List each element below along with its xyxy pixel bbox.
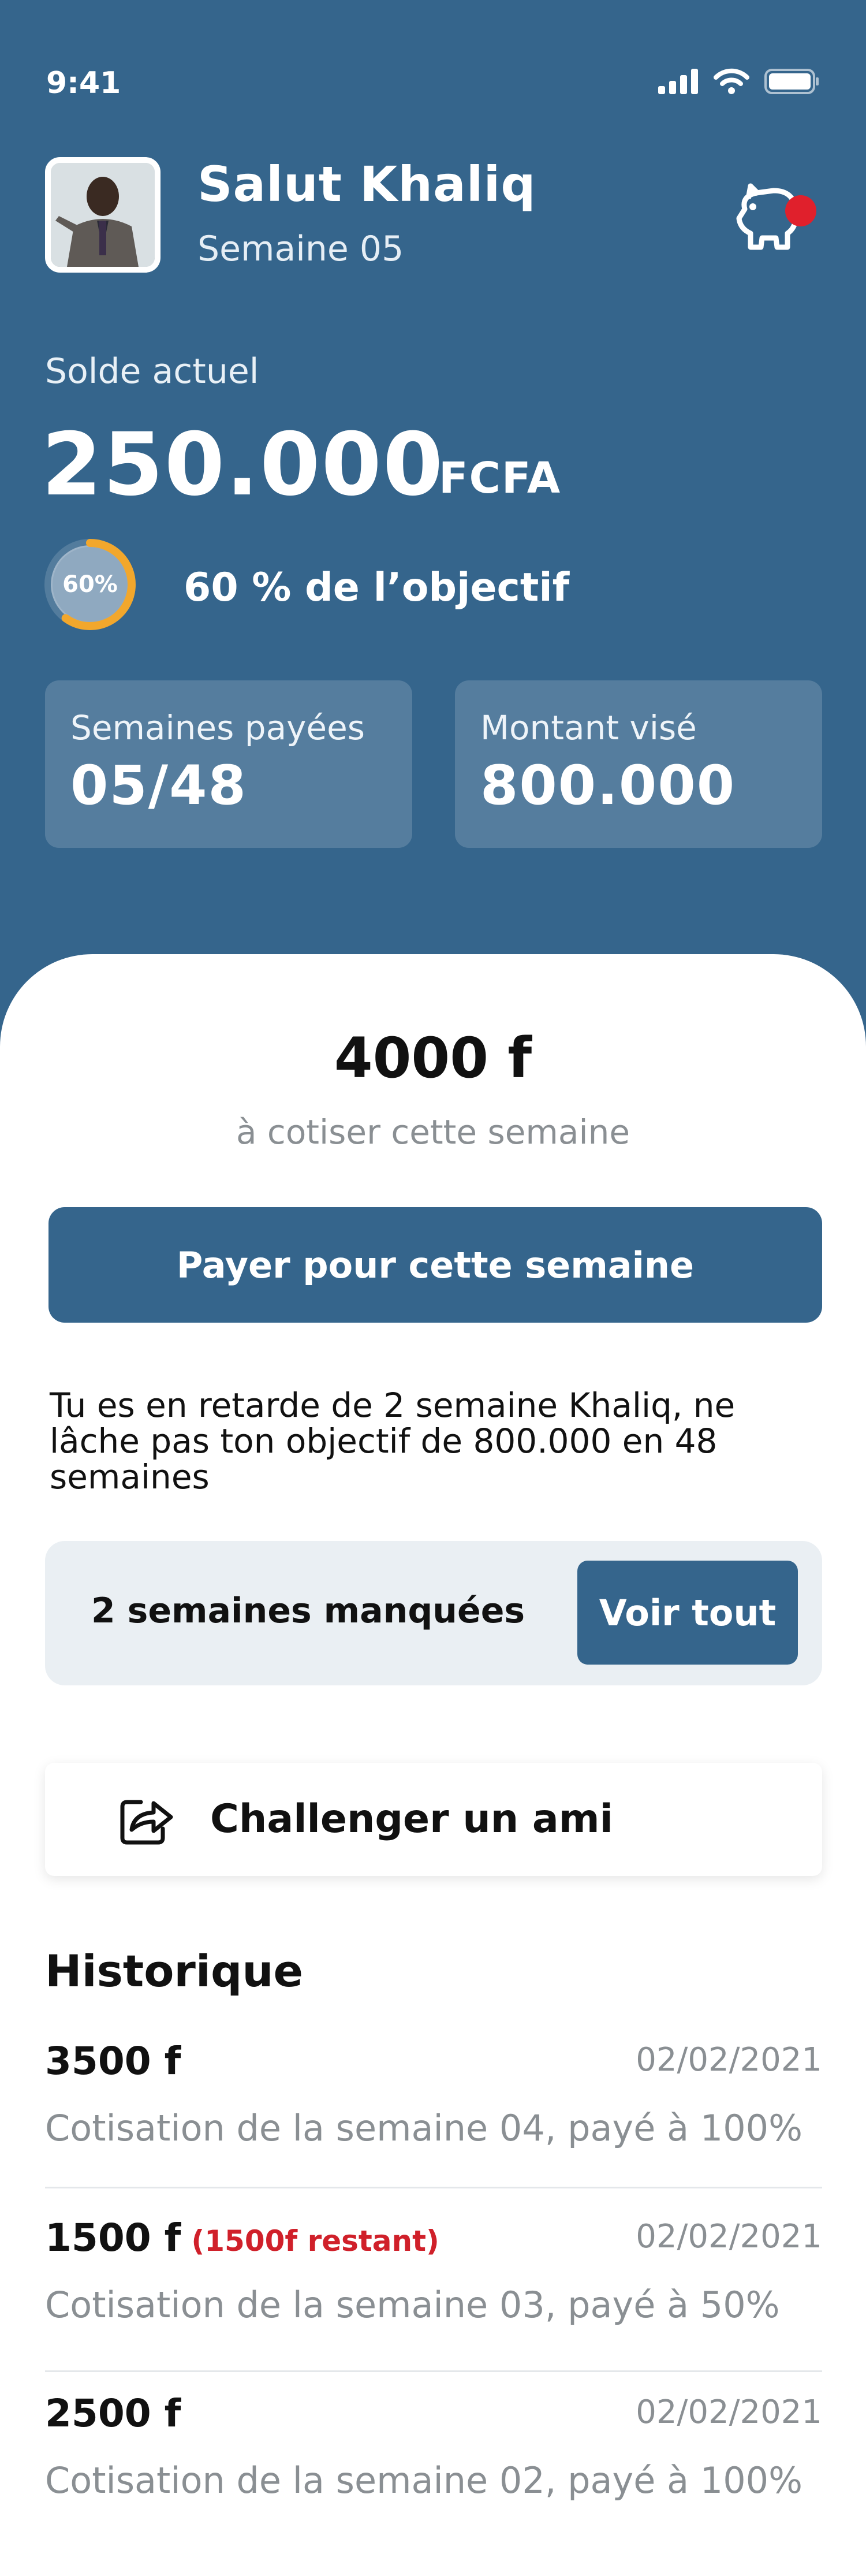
target-amount-value: 800.000 xyxy=(480,754,736,817)
weekly-amount-subtitle: à cotiser cette semaine xyxy=(236,1112,630,1152)
challenge-friend-button[interactable]: Challenger un ami xyxy=(45,1763,822,1876)
target-amount-label: Montant visé xyxy=(480,708,697,747)
avatar[interactable] xyxy=(45,157,160,273)
balance-value: 250.000 xyxy=(42,415,445,515)
history-description: Cotisation de la semaine 04, payé à 100% xyxy=(45,2107,803,2149)
history-amount-value: 1500 f xyxy=(45,2216,181,2260)
weeks-paid-value: 05/48 xyxy=(70,754,247,817)
battery-icon xyxy=(764,68,820,97)
missed-weeks-text: 2 semaines manquées xyxy=(91,1591,525,1631)
balance-label: Solde actuel xyxy=(45,351,259,392)
history-date: 02/02/2021 xyxy=(636,2041,822,2079)
history-date: 02/02/2021 xyxy=(636,2218,822,2255)
history-description: Cotisation de la semaine 02, payé à 100% xyxy=(45,2459,803,2501)
pay-week-button[interactable]: Payer pour cette semaine xyxy=(48,1207,822,1323)
piggy-bank-button[interactable] xyxy=(733,173,820,254)
history-amount: 1500 f (1500f restant) xyxy=(45,2216,439,2260)
greeting: Salut Khaliq xyxy=(197,156,536,213)
history-description: Cotisation de la semaine 03, payé à 50% xyxy=(45,2284,780,2326)
weekly-amount: 4000 f xyxy=(334,1026,532,1090)
status-icons xyxy=(658,68,820,97)
missed-weeks-card: 2 semaines manquées Voir tout xyxy=(45,1541,822,1685)
current-week: Semaine 05 xyxy=(197,229,404,269)
history-title: Historique xyxy=(45,1945,304,1997)
notification-dot xyxy=(785,195,816,226)
status-bar: 9:41 xyxy=(0,0,866,167)
piggy-bank-icon xyxy=(733,183,802,256)
history-amount: 2500 f xyxy=(45,2391,181,2436)
progress-ring: 60% xyxy=(44,538,136,631)
divider xyxy=(45,2187,822,2188)
progress-percent-label: 60% xyxy=(62,571,118,598)
weeks-paid-label: Semaines payées xyxy=(70,708,365,747)
objective-progress-text: 60 % de l’objectif xyxy=(184,565,570,611)
status-time: 9:41 xyxy=(46,66,121,100)
divider xyxy=(45,2370,822,2372)
challenge-friend-label: Challenger un ami xyxy=(210,1796,613,1842)
history-amount: 3500 f xyxy=(45,2039,181,2083)
history-amount-value: 2500 f xyxy=(45,2391,181,2436)
late-message: Tu es en retarde de 2 semaine Khaliq, ne… xyxy=(50,1386,736,1497)
balance-currency: FCFA xyxy=(439,453,562,503)
signal-icon xyxy=(658,69,699,96)
history-amount-value: 3500 f xyxy=(45,2039,181,2083)
history-date: 02/02/2021 xyxy=(636,2393,822,2431)
target-amount-card: Montant visé 800.000 xyxy=(455,680,822,848)
remaining-badge: (1500f restant) xyxy=(191,2224,439,2258)
wifi-icon xyxy=(714,68,749,97)
share-icon xyxy=(119,1794,174,1846)
weeks-paid-card: Semaines payées 05/48 xyxy=(45,680,412,848)
see-all-button[interactable]: Voir tout xyxy=(577,1561,798,1665)
